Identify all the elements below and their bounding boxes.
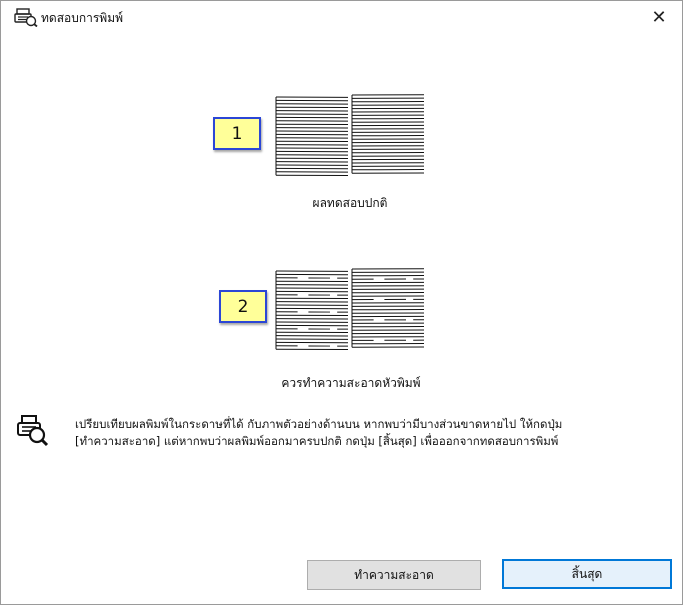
clean-head-button[interactable]: ทำความสะอาด — [307, 560, 481, 590]
window-title: ทดสอบการพิมพ์ — [41, 11, 124, 25]
clogged-nozzle-pattern — [272, 267, 428, 355]
instruction-message: เปรียบเทียบผลพิมพ์ในกระดาษที่ได้ กับภาพต… — [75, 416, 675, 450]
instruction-line-1: เปรียบเทียบผลพิมพ์ในกระดาษที่ได้ กับภาพต… — [75, 417, 563, 431]
badge-number: 1 — [231, 123, 243, 144]
finish-button[interactable]: สิ้นสุด — [502, 559, 672, 589]
badge-number: 2 — [237, 296, 249, 317]
printer-check-icon — [14, 8, 38, 27]
pattern-caption-clean: ควรทำความสะอาดหัวพิมพ์ — [281, 376, 421, 390]
close-button[interactable]: ✕ — [636, 1, 682, 33]
instruction-line-2: [ทำความสะอาด] แต่หากพบว่าผลพิมพ์ออกมาครบ… — [75, 434, 559, 448]
normal-nozzle-pattern — [272, 93, 428, 181]
printer-check-icon — [17, 415, 49, 447]
pattern-caption-normal: ผลทดสอบปกติ — [312, 196, 388, 210]
print-test-dialog: ทดสอบการพิมพ์ ✕ 1 ผลทดสอบปกติ 2 ควรทำควา… — [0, 0, 683, 605]
close-icon: ✕ — [651, 6, 667, 28]
pattern-badge-1: 1 — [213, 117, 261, 150]
title-bar: ทดสอบการพิมพ์ ✕ — [1, 1, 682, 33]
pattern-badge-2: 2 — [219, 290, 267, 323]
